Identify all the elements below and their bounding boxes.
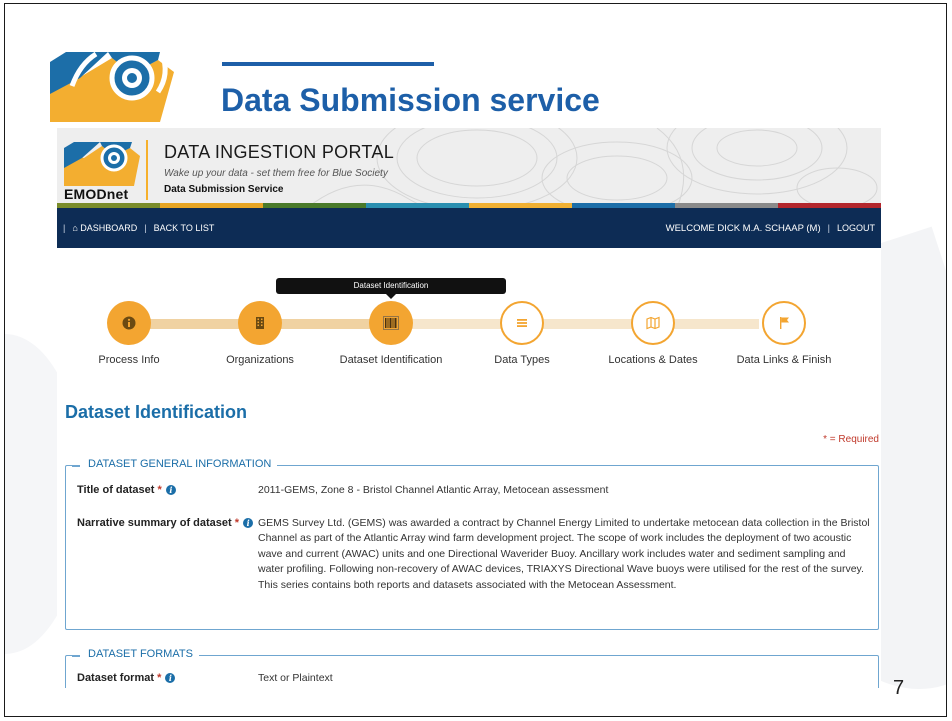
map-icon (646, 316, 660, 330)
info-icon[interactable]: i (165, 485, 176, 495)
step-organizations[interactable] (238, 301, 282, 345)
nav-separator: | (63, 223, 66, 233)
title-accent-line (222, 62, 434, 66)
fieldset-general-information: DATASET GENERAL INFORMATION Title of dat… (65, 458, 879, 630)
stripe-segment (366, 203, 469, 208)
list-icon (517, 319, 527, 327)
portal-screenshot: EMODnet DATA INGESTION PORTAL Wake up yo… (57, 128, 881, 688)
required-asterisk: * (157, 484, 162, 496)
emodnet-logo-icon (50, 52, 174, 122)
title-field-value[interactable]: 2011-GEMS, Zone 8 - Bristol Channel Atla… (258, 483, 608, 498)
step-label-process-info: Process Info (98, 354, 160, 366)
format-label-text: Dataset format (77, 672, 155, 684)
step-data-links-finish[interactable] (762, 301, 806, 345)
step-label-organizations: Organizations (226, 354, 294, 366)
section-heading: Dataset Identification (65, 402, 248, 422)
step-locations-dates[interactable] (631, 301, 675, 345)
summary-field-label: Narrative summary of dataset * i (77, 517, 254, 529)
stripe-segment (572, 203, 675, 208)
step-data-types[interactable] (500, 301, 544, 345)
step-process-info[interactable] (107, 301, 151, 345)
emodnet-logo-text: EMODnet (64, 186, 129, 202)
home-icon: ⌂ (72, 223, 78, 233)
step-label-data-types: Data Types (494, 354, 550, 366)
building-icon (256, 317, 264, 329)
fieldset-legend: DATASET FORMATS (72, 648, 199, 660)
progress-remaining (393, 319, 759, 329)
flag-icon (780, 317, 789, 329)
header-divider (146, 140, 148, 200)
step-label-locations-dates: Locations & Dates (608, 354, 698, 366)
nav-separator: | (144, 223, 147, 233)
nav-separator: | (827, 223, 830, 233)
summary-field-value[interactable]: GEMS Survey Ltd. (GEMS) was awarded a co… (258, 516, 873, 593)
color-stripe (57, 203, 881, 208)
stripe-segment (469, 203, 572, 208)
stripe-segment (675, 203, 778, 208)
fieldset-dataset-formats: DATASET FORMATS Dataset format * i Text … (65, 648, 879, 688)
step-label-data-links-finish: Data Links & Finish (736, 354, 832, 366)
format-field-label: Dataset format * i (77, 672, 176, 684)
nav-left: | ⌂ DASHBOARD | BACK TO LIST (63, 223, 214, 233)
step-label-dataset-identification: Dataset Identification (339, 354, 443, 366)
nav-right: WELCOME DICK M.A. SCHAAP (M) | LOGOUT (666, 223, 875, 234)
required-asterisk: * (234, 517, 240, 529)
format-field-value[interactable]: Text or Plaintext (258, 671, 333, 686)
required-asterisk: * (157, 672, 162, 684)
back-to-list-link[interactable]: BACK TO LIST (154, 223, 215, 233)
portal-name: DATA INGESTION PORTAL (164, 142, 395, 162)
summary-label-text: Narrative summary of dataset (77, 517, 232, 529)
slide-title: Data Submission service (221, 82, 600, 118)
title-field-label: Title of dataset * i (77, 484, 176, 496)
stripe-segment (263, 203, 366, 208)
stripe-segment (160, 203, 263, 208)
stripe-segment (57, 203, 160, 208)
dashboard-label: DASHBOARD (80, 223, 138, 233)
dashboard-link[interactable]: ⌂ DASHBOARD (72, 223, 137, 233)
step-tooltip: Dataset Identification (276, 278, 506, 299)
title-label-text: Title of dataset (77, 484, 155, 496)
stripe-segment (778, 203, 881, 208)
portal-tagline: Wake up your data - set them free for Bl… (164, 168, 388, 179)
page-number: 7 (893, 677, 905, 699)
barcode-icon (383, 316, 399, 330)
logout-link[interactable]: LOGOUT (837, 223, 875, 233)
step-dataset-identification[interactable] (369, 301, 413, 345)
required-note: * = Required (823, 434, 879, 445)
top-navbar: | ⌂ DASHBOARD | BACK TO LIST WELCOME DIC… (57, 208, 881, 248)
info-icon[interactable]: i (243, 518, 254, 528)
fieldset-legend: DATASET GENERAL INFORMATION (71, 458, 278, 470)
info-icon (122, 316, 136, 330)
info-icon[interactable]: i (165, 673, 176, 683)
portal-service-name: Data Submission Service (164, 184, 284, 195)
portal-header: EMODnet DATA INGESTION PORTAL Wake up yo… (57, 128, 881, 208)
welcome-text: WELCOME DICK M.A. SCHAAP (M) (665, 222, 821, 234)
